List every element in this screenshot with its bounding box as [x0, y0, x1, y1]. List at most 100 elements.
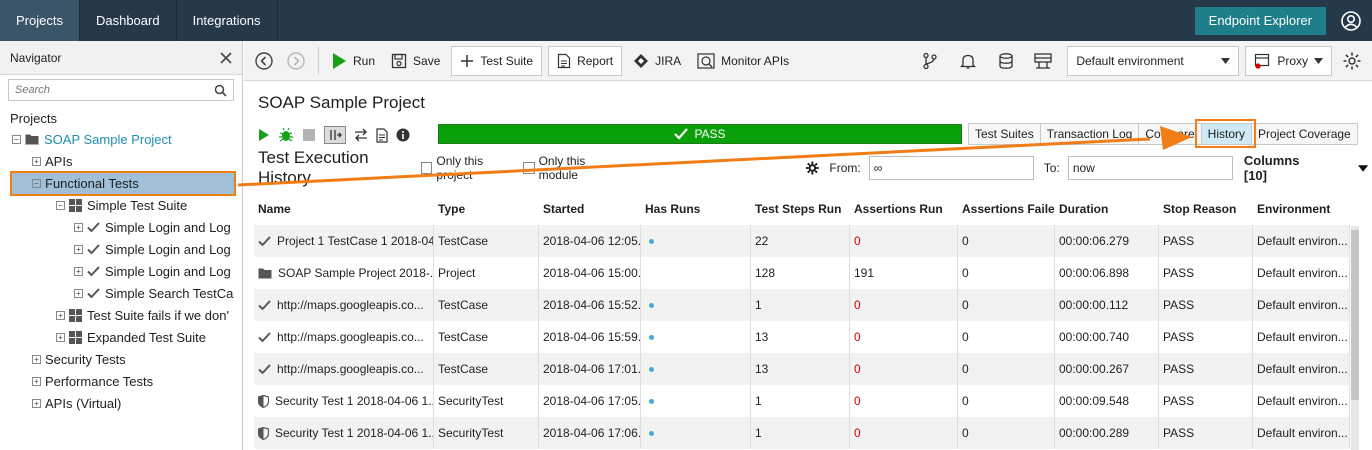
tree-expander[interactable]: +	[74, 244, 83, 254]
info-icon	[396, 128, 410, 142]
scrollbar-thumb[interactable]	[1351, 230, 1359, 400]
search-icon[interactable]	[214, 84, 227, 97]
steps-cell: 1	[751, 417, 850, 449]
table-row[interactable]: Security Test 1 2018-04-06 1... SecurityT…	[254, 417, 1350, 449]
search-input[interactable]	[15, 84, 195, 96]
failed-cell: 0	[958, 225, 1055, 257]
status-progress-bar: PASS	[438, 124, 962, 144]
only-this-module-checkbox[interactable]: Only this module	[523, 154, 620, 182]
tree-expander[interactable]: +	[74, 222, 83, 232]
debug-button[interactable]	[278, 127, 294, 143]
tree-node[interactable]: − SOAP Sample Project	[0, 128, 242, 150]
chevron-down-icon[interactable]	[1357, 164, 1369, 172]
column-header[interactable]: Environment	[1253, 193, 1350, 225]
info-button[interactable]	[396, 128, 410, 142]
document-button[interactable]	[376, 127, 388, 143]
column-header[interactable]: Stop Reason	[1159, 193, 1253, 225]
table-row[interactable]: http://maps.googleapis.co... TestCase 2018…	[254, 353, 1350, 385]
tree-node-icon	[69, 198, 82, 212]
check-icon	[258, 363, 271, 374]
mode-toggle-button[interactable]	[324, 126, 346, 144]
stop-cell: PASS	[1159, 289, 1253, 321]
bell-icon[interactable]	[959, 52, 977, 70]
column-header[interactable]: Type	[434, 193, 539, 225]
view-tab-project-coverage[interactable]: Project Coverage	[1251, 123, 1358, 145]
save-button[interactable]: Save	[383, 46, 448, 76]
column-header[interactable]: Duration	[1055, 193, 1159, 225]
column-header[interactable]: Assertions Failed	[958, 193, 1055, 225]
forward-icon[interactable]	[286, 51, 306, 71]
report-button[interactable]: Report	[548, 45, 623, 76]
folder-icon	[25, 134, 39, 145]
refresh-gear-icon[interactable]	[805, 160, 820, 176]
tree-node[interactable]: + APIs	[0, 150, 242, 172]
tree-node[interactable]: + Expanded Test Suite	[0, 326, 242, 348]
columns-button[interactable]: Columns [10]	[1244, 153, 1320, 183]
tree-expander[interactable]: +	[74, 266, 83, 276]
jira-button[interactable]: JIRA	[625, 46, 689, 76]
view-tab-compare[interactable]: Compare	[1138, 123, 1202, 145]
column-header[interactable]: Test Steps Run	[751, 193, 850, 225]
close-icon[interactable]	[220, 51, 232, 64]
tree-node[interactable]: + APIs (Virtual)	[0, 392, 242, 414]
column-header[interactable]: Started	[539, 193, 641, 225]
tree-expander[interactable]: +	[56, 310, 65, 320]
environment-select[interactable]: Default environment	[1067, 45, 1240, 76]
tree-node-label: Simple Test Suite	[87, 197, 188, 213]
tree-expander[interactable]: +	[32, 354, 41, 364]
top-tab-integrations[interactable]: Integrations	[177, 0, 278, 41]
top-tab-projects[interactable]: Projects	[0, 0, 80, 41]
endpoint-explorer-button[interactable]: Endpoint Explorer	[1194, 6, 1326, 35]
tree-node[interactable]: + Simple Login and Log	[0, 216, 242, 238]
to-date-input[interactable]: now	[1067, 156, 1233, 180]
project-view-tabs: Test Suites Transaction Log Compare History…	[968, 123, 1358, 145]
branch-icon[interactable]	[921, 52, 939, 70]
database-icon[interactable]	[997, 52, 1015, 70]
table-row[interactable]: SOAP Sample Project 2018-... Project 2018-…	[254, 257, 1350, 289]
check-icon	[258, 235, 271, 246]
gear-icon[interactable]	[1342, 51, 1362, 71]
assertions-cell: 0	[850, 385, 958, 417]
add-test-suite-button[interactable]: Test Suite	[451, 45, 543, 76]
column-header[interactable]: Has Runs	[641, 193, 751, 225]
top-tab-dashboard[interactable]: Dashboard	[80, 0, 177, 41]
monitor-apis-button[interactable]: Monitor APIs	[689, 46, 797, 76]
tree-node-label: Simple Search TestCa	[105, 285, 234, 301]
from-date-input[interactable]: ∞	[868, 156, 1034, 180]
table-row[interactable]: Project 1 TestCase 1 2018-04... TestCase 2…	[254, 225, 1350, 257]
column-header[interactable]: Assertions Run	[850, 193, 958, 225]
tree-expander[interactable]: −	[12, 134, 21, 144]
tree-node[interactable]: − Simple Test Suite	[0, 194, 242, 216]
column-header[interactable]: Name	[254, 193, 434, 225]
tree-expander[interactable]: +	[32, 376, 41, 386]
tree-node[interactable]: + Security Tests	[0, 348, 242, 370]
table-row[interactable]: Security Test 1 2018-04-06 1... SecurityT…	[254, 385, 1350, 417]
tree-node[interactable]: + Simple Login and Log	[0, 238, 242, 260]
user-account-icon[interactable]	[1340, 10, 1362, 32]
view-tab-test-suites[interactable]: Test Suites	[968, 123, 1041, 145]
run-button[interactable]: Run	[323, 46, 383, 76]
tree-node-label: Performance Tests	[45, 373, 154, 389]
tree-node[interactable]: + Simple Search TestCa	[0, 282, 242, 304]
table-row[interactable]: http://maps.googleapis.co... TestCase 2018…	[254, 321, 1350, 353]
view-tab-transaction-log[interactable]: Transaction Log	[1039, 123, 1140, 145]
proxy-button[interactable]: Proxy	[1245, 45, 1332, 76]
tree-node-icon	[25, 133, 39, 145]
tree-expander[interactable]: +	[74, 288, 83, 298]
tree-expander[interactable]: +	[32, 398, 41, 408]
stop-button[interactable]	[302, 128, 316, 142]
sequence-button[interactable]	[354, 128, 368, 142]
back-icon[interactable]	[254, 51, 274, 71]
only-this-project-checkbox[interactable]: Only this project	[421, 154, 515, 182]
table-scrollbar[interactable]	[1351, 226, 1359, 450]
tree-expander[interactable]: +	[56, 332, 65, 342]
tree-node[interactable]: + Performance Tests	[0, 370, 242, 392]
tree-expander[interactable]: −	[56, 200, 65, 210]
run-project-button[interactable]	[258, 128, 270, 142]
suite-icon	[69, 330, 82, 344]
tree-node[interactable]: + Simple Login and Log	[0, 260, 242, 282]
tree-node[interactable]: + Test Suite fails if we don'	[0, 304, 242, 326]
environment-settings-icon[interactable]	[1033, 52, 1053, 70]
table-row[interactable]: http://maps.googleapis.co... TestCase 2018…	[254, 289, 1350, 321]
tree-expander[interactable]: +	[32, 156, 41, 166]
